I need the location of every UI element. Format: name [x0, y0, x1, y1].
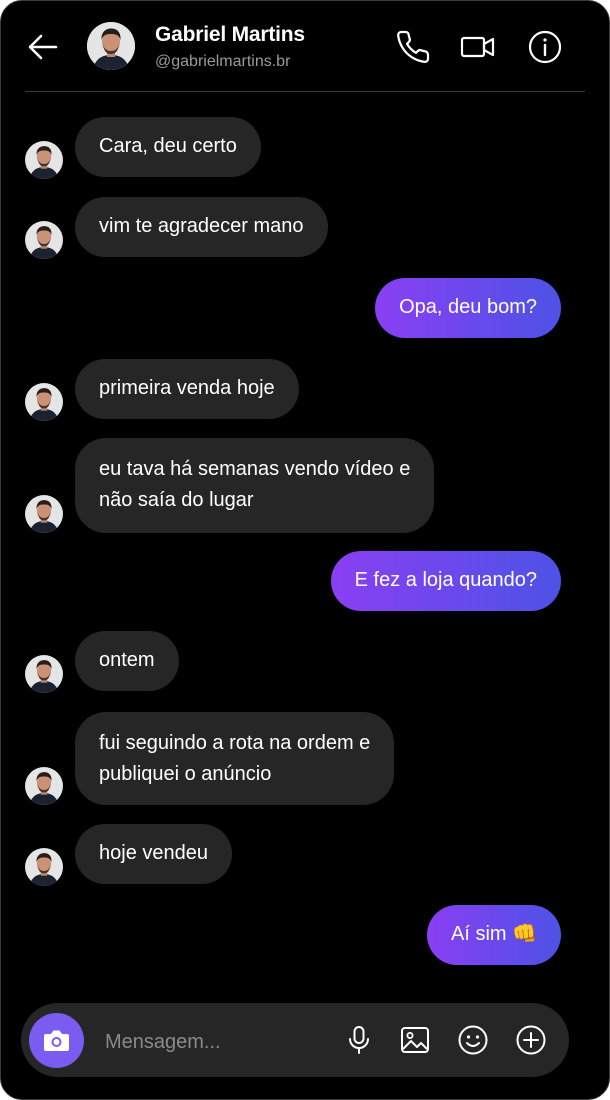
video-call-button[interactable]	[459, 29, 497, 65]
message-list[interactable]: Cara, deu certo vim te agradecer mano Op…	[1, 93, 609, 993]
incoming-message-bubble[interactable]: eu tava há semanas vendo vídeo e não saí…	[75, 438, 435, 533]
sender-avatar	[25, 848, 63, 886]
message-text-line: publiquei o anúncio	[99, 763, 272, 785]
contact-handle: @gabrielmartins.br	[155, 53, 291, 70]
call-button[interactable]	[395, 29, 431, 65]
outgoing-message-bubble[interactable]: Aí sim 👊	[426, 905, 561, 965]
incoming-message-bubble[interactable]: vim te agradecer mano	[75, 197, 328, 257]
message-text: Aí sim 👊	[450, 923, 537, 945]
incoming-message-bubble[interactable]: hoje vendeu	[75, 824, 232, 884]
image-icon	[401, 1027, 429, 1053]
message-text: E fez a loja quando?	[354, 569, 537, 591]
message-text: hoje vendeu	[99, 842, 208, 864]
message-text: Cara, deu certo	[99, 135, 237, 157]
camera-icon	[44, 1030, 69, 1051]
incoming-message-bubble[interactable]: Cara, deu certo	[75, 117, 261, 177]
contact-name: Gabriel Martins	[155, 23, 305, 46]
chat-header: Gabriel Martins @gabrielmartins.br	[1, 1, 609, 93]
contact-avatar[interactable]	[87, 22, 135, 70]
outgoing-message-bubble[interactable]: Opa, deu bom?	[375, 278, 561, 338]
message-text: vim te agradecer mano	[99, 215, 304, 237]
emoji-icon	[458, 1025, 488, 1055]
message-text: ontem	[99, 649, 155, 671]
video-camera-icon	[460, 36, 495, 58]
message-input[interactable]	[103, 1025, 327, 1059]
message-text: Opa, deu bom?	[399, 296, 537, 318]
message-text-line: fui seguindo a rota na ordem e	[99, 732, 371, 754]
message-text: primeira venda hoje	[99, 377, 275, 399]
avatar-photo	[25, 383, 63, 421]
avatar-photo	[25, 767, 63, 805]
arrow-left-icon	[28, 34, 58, 60]
camera-button[interactable]	[29, 1013, 84, 1068]
info-button[interactable]	[527, 29, 563, 65]
gallery-button[interactable]	[398, 1023, 432, 1057]
avatar-photo	[25, 221, 63, 259]
sender-avatar	[25, 141, 63, 179]
back-button[interactable]	[23, 27, 63, 67]
avatar-photo	[25, 495, 63, 533]
voice-message-button[interactable]	[342, 1023, 376, 1057]
microphone-icon	[349, 1026, 369, 1054]
avatar-photo	[25, 655, 63, 693]
incoming-message-bubble[interactable]: fui seguindo a rota na ordem e publiquei…	[75, 712, 395, 805]
add-attachment-button[interactable]	[514, 1023, 548, 1057]
header-divider	[25, 91, 585, 92]
phone-icon	[397, 30, 430, 63]
chat-screen: Gabriel Martins @gabrielmartins.br Cara,…	[0, 0, 610, 1100]
avatar-photo	[87, 22, 135, 70]
sender-avatar	[25, 767, 63, 805]
plus-circle-icon	[516, 1025, 546, 1055]
message-text-line: não saía do lugar	[99, 489, 254, 511]
sender-avatar	[25, 383, 63, 421]
sender-avatar	[25, 655, 63, 693]
message-composer	[21, 1003, 569, 1077]
sender-avatar	[25, 495, 63, 533]
outgoing-message-bubble[interactable]: E fez a loja quando?	[330, 551, 561, 611]
sender-avatar	[25, 221, 63, 259]
incoming-message-bubble[interactable]: ontem	[75, 631, 179, 691]
emoji-button[interactable]	[456, 1023, 490, 1057]
incoming-message-bubble[interactable]: primeira venda hoje	[75, 359, 299, 419]
message-text-line: eu tava há semanas vendo vídeo e	[99, 458, 411, 480]
info-icon	[528, 30, 562, 64]
avatar-photo	[25, 848, 63, 886]
avatar-photo	[25, 141, 63, 179]
